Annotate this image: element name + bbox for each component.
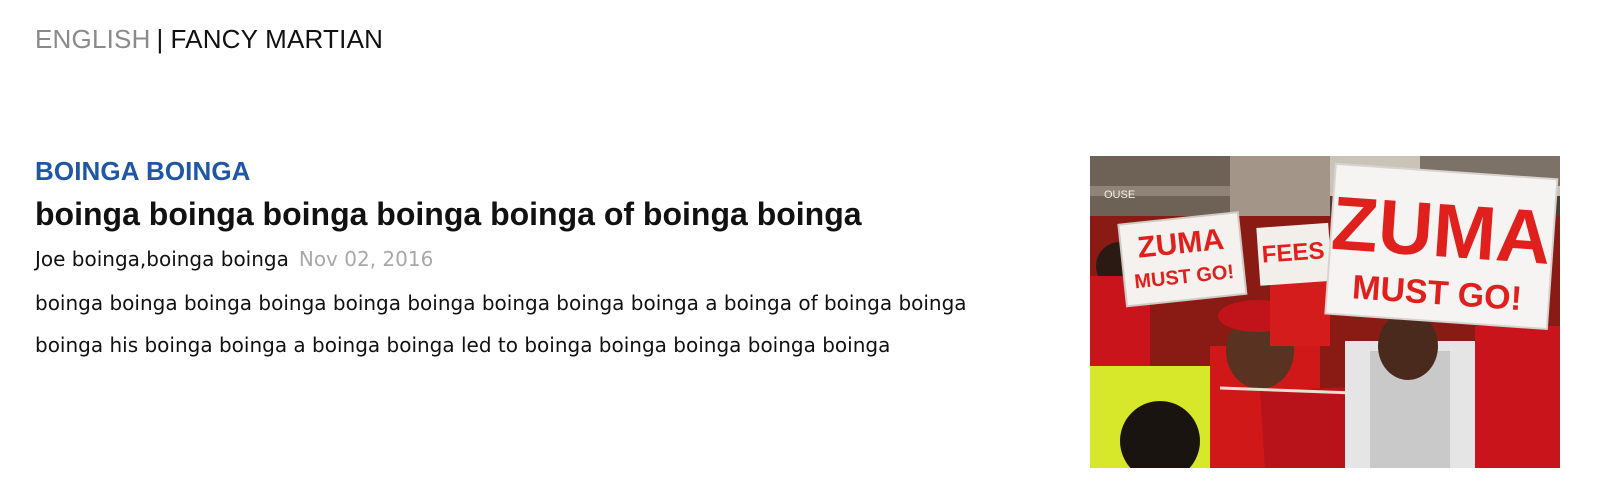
- article-byline: Joe boinga,boinga boinga Nov 02, 2016: [35, 242, 1045, 276]
- article-summary: boinga boinga boinga boinga boinga boing…: [35, 291, 967, 357]
- photo-sign-large-line1: ZUMA: [1329, 181, 1554, 281]
- photo-shirt: [1270, 276, 1330, 346]
- photo-building-mid: [1230, 156, 1330, 216]
- article-date: Nov 02, 2016: [298, 247, 434, 271]
- article-headline-link[interactable]: boinga boinga boinga boinga boinga of bo…: [35, 192, 1045, 236]
- photo-shirt: [1475, 326, 1560, 468]
- photo-building-text: OUSE: [1104, 189, 1135, 201]
- page: ENGLISH | FANCY MARTIAN BOINGA BOINGA boin…: [0, 0, 1600, 500]
- nav-fancy-martian-link[interactable]: FANCY MARTIAN: [171, 24, 384, 54]
- top-nav: ENGLISH | FANCY MARTIAN: [35, 24, 383, 54]
- photo-sign-mid-text: FEES: [1261, 237, 1325, 268]
- photo-sign-small: ZUMA MUST GO!: [1117, 211, 1248, 308]
- article-teaser: BOINGA BOINGA boinga boinga boinga boing…: [35, 154, 1045, 366]
- article-author: Joe boinga,boinga boinga: [35, 247, 289, 271]
- nav-separator: |: [156, 24, 164, 54]
- article-category-link[interactable]: BOINGA BOINGA: [35, 154, 1045, 188]
- photo-sign-large: ZUMA MUST GO!: [1324, 162, 1559, 331]
- nav-english-link[interactable]: ENGLISH: [35, 24, 151, 54]
- photo-face: [1378, 312, 1438, 380]
- article-photo[interactable]: OUSE ZUMA MUST GO! FEES ZUMA MUST GO!: [1090, 156, 1560, 468]
- photo-sign-mid: FEES: [1256, 222, 1333, 286]
